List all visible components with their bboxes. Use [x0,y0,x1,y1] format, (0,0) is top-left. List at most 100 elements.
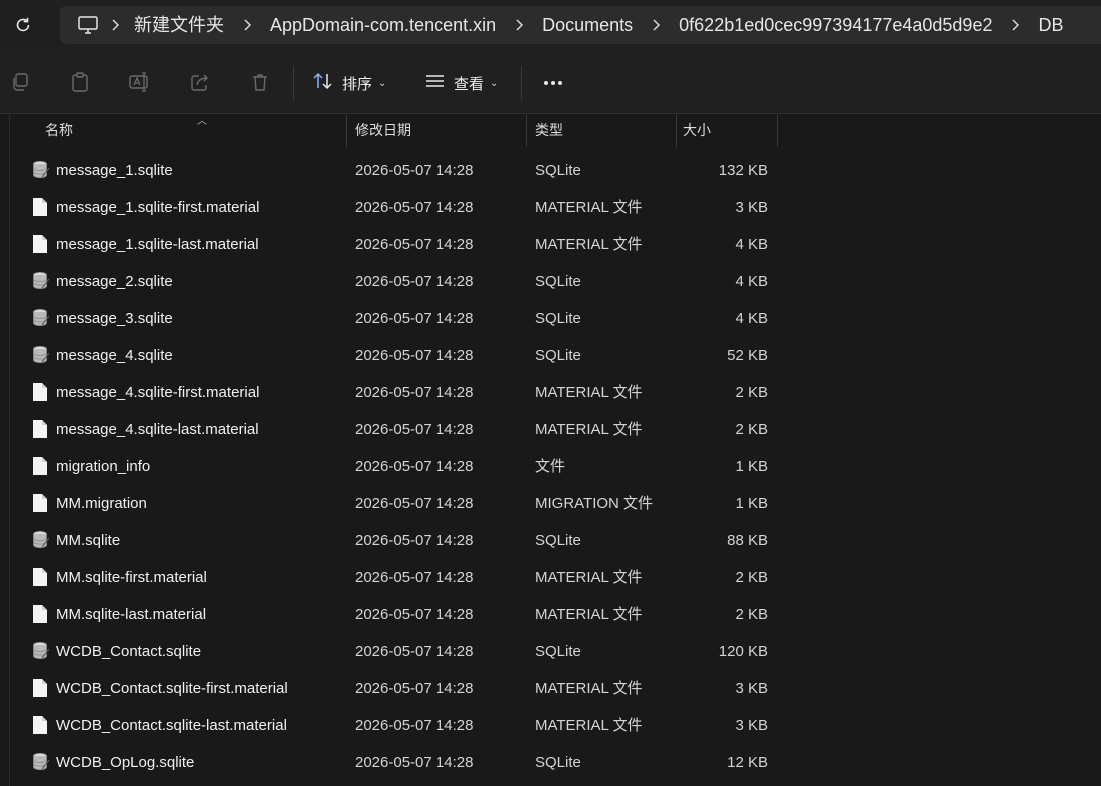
file-type: MATERIAL 文件 [535,680,643,697]
breadcrumb-item-current[interactable]: DB [1030,6,1071,44]
breadcrumb-item[interactable]: AppDomain-com.tencent.xin [262,6,504,44]
file-date-modified: 2026-05-07 14:28 [355,643,474,660]
file-name: message_4.sqlite-first.material [56,384,260,401]
breadcrumb[interactable]: 新建文件夹 AppDomain-com.tencent.xin Document… [60,6,1101,44]
share-icon[interactable] [187,69,213,95]
file-row[interactable]: MM.sqlite 2026-05-07 14:28 SQLite 88 KB [0,522,1101,559]
command-bar: 排序 ⌄ 查看 ⌄ [0,52,1101,114]
breadcrumb-item[interactable]: 新建文件夹 [130,6,232,44]
chevron-right-icon[interactable] [1000,19,1030,31]
refresh-icon[interactable] [10,12,36,38]
file-type: MIGRATION 文件 [535,495,654,512]
file-row[interactable]: message_4.sqlite-first.material 2026-05-… [0,374,1101,411]
sort-icon [312,71,334,95]
file-date-modified: 2026-05-07 14:28 [355,680,474,697]
document-file-icon [32,604,50,624]
column-header-name[interactable]: ︿ 名称 [10,115,347,147]
sort-button[interactable]: 排序 ⌄ [312,69,386,97]
file-row[interactable]: WCDB_Contact.sqlite 2026-05-07 14:28 SQL… [0,633,1101,670]
address-bar-row: 新建文件夹 AppDomain-com.tencent.xin Document… [0,0,1101,52]
file-name: MM.migration [56,495,147,512]
chevron-right-icon[interactable] [504,19,534,31]
document-file-icon [32,567,50,587]
database-file-icon [32,271,50,291]
file-size: 2 KB [735,384,768,401]
chevron-right-icon[interactable] [100,19,130,31]
file-row[interactable]: WCDB_OpLog.sqlite 2026-05-07 14:28 SQLit… [0,744,1101,781]
file-row[interactable]: WCDB_Contact.sqlite-first.material 2026-… [0,670,1101,707]
database-file-icon [32,160,50,180]
file-date-modified: 2026-05-07 14:28 [355,458,474,475]
file-date-modified: 2026-05-07 14:28 [355,754,474,771]
file-type: SQLite [535,754,581,771]
breadcrumb-item[interactable]: 0f622b1ed0cec997394177e4a0d5d9e2 [671,6,1000,44]
view-button[interactable]: 查看 ⌄ [424,69,498,97]
document-file-icon [32,234,50,254]
file-type: MATERIAL 文件 [535,421,643,438]
file-type: MATERIAL 文件 [535,717,643,734]
delete-icon[interactable] [247,69,273,95]
file-row[interactable]: WCDB_Contact.sqlite-last.material 2026-0… [0,707,1101,744]
file-size: 88 KB [727,532,768,549]
file-row[interactable]: message_4.sqlite 2026-05-07 14:28 SQLite… [0,337,1101,374]
file-row[interactable]: MM.sqlite-last.material 2026-05-07 14:28… [0,596,1101,633]
column-header-type-label: 类型 [535,122,563,138]
more-options-icon[interactable] [538,69,568,97]
document-file-icon [32,715,50,735]
column-header-size-label: 大小 [683,122,711,138]
file-name: message_1.sqlite-first.material [56,199,260,216]
file-type: 文件 [535,458,566,475]
chevron-right-icon[interactable] [232,19,262,31]
file-row[interactable]: message_1.sqlite-first.material 2026-05-… [0,189,1101,226]
file-row[interactable]: migration_info 2026-05-07 14:28 文件 1 KB [0,448,1101,485]
paste-icon[interactable] [67,69,93,95]
file-type: SQLite [535,347,581,364]
file-size: 4 KB [735,310,768,327]
file-row[interactable]: message_1.sqlite 2026-05-07 14:28 SQLite… [0,152,1101,189]
column-header-date[interactable]: 修改日期 [347,115,527,147]
file-type: MATERIAL 文件 [535,199,643,216]
chevron-down-icon: ⌄ [378,77,387,89]
file-size: 4 KB [735,273,768,290]
document-file-icon [32,456,50,476]
file-name: message_2.sqlite [56,273,173,290]
file-date-modified: 2026-05-07 14:28 [355,162,474,179]
this-pc-icon[interactable] [76,13,100,37]
file-row[interactable]: message_4.sqlite-last.material 2026-05-0… [0,411,1101,448]
document-file-icon [32,382,50,402]
file-size: 12 KB [727,754,768,771]
column-header-type[interactable]: 类型 [527,115,677,147]
file-type: SQLite [535,310,581,327]
file-date-modified: 2026-05-07 14:28 [355,384,474,401]
file-size: 2 KB [735,569,768,586]
view-label: 查看 [454,75,485,93]
file-type: SQLite [535,273,581,290]
file-name: MM.sqlite [56,532,121,549]
file-name: WCDB_Contact.sqlite-last.material [56,717,287,734]
file-row[interactable]: message_1.sqlite-last.material 2026-05-0… [0,226,1101,263]
database-file-icon [32,752,50,772]
file-row[interactable]: MM.sqlite-first.material 2026-05-07 14:2… [0,559,1101,596]
file-row[interactable]: message_3.sqlite 2026-05-07 14:28 SQLite… [0,300,1101,337]
view-list-icon [424,71,446,95]
document-file-icon [32,678,50,698]
file-row[interactable]: message_2.sqlite 2026-05-07 14:28 SQLite… [0,263,1101,300]
file-name: message_4.sqlite-last.material [56,421,259,438]
file-size: 1 KB [735,458,768,475]
file-date-modified: 2026-05-07 14:28 [355,569,474,586]
chevron-right-icon[interactable] [641,19,671,31]
file-date-modified: 2026-05-07 14:28 [355,495,474,512]
column-header-size[interactable]: 大小 [677,115,778,147]
database-file-icon [32,530,50,550]
file-date-modified: 2026-05-07 14:28 [355,532,474,549]
file-name: WCDB_Contact.sqlite [56,643,202,660]
database-file-icon [32,641,50,661]
column-header-date-label: 修改日期 [355,122,411,138]
breadcrumb-item[interactable]: Documents [534,6,641,44]
copy-icon[interactable] [7,69,33,95]
file-row[interactable]: MM.migration 2026-05-07 14:28 MIGRATION … [0,485,1101,522]
file-date-modified: 2026-05-07 14:28 [355,236,474,253]
file-date-modified: 2026-05-07 14:28 [355,421,474,438]
rename-icon[interactable] [127,69,153,95]
file-size: 3 KB [735,199,768,216]
